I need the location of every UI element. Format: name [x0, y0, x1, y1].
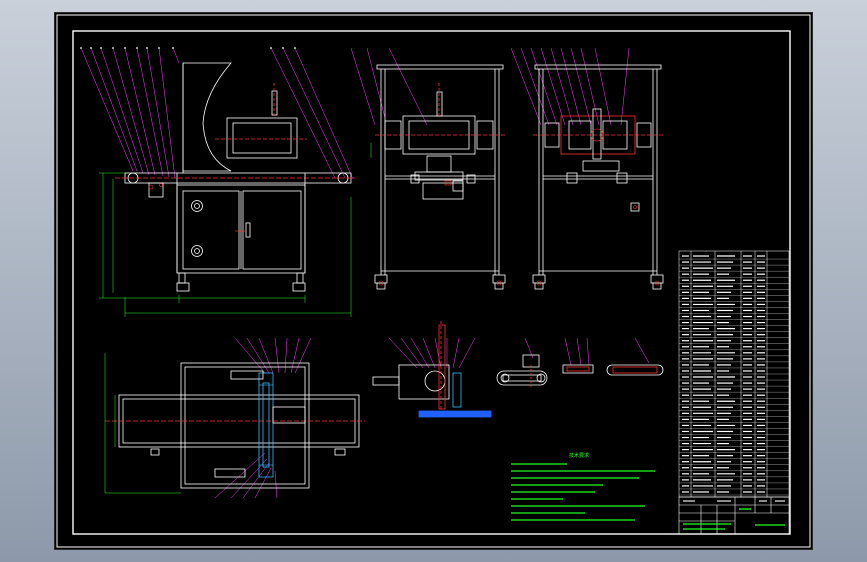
detail-view-c: [562, 337, 594, 374]
front-view: [80, 47, 355, 317]
top-view: [104, 337, 365, 499]
front-view-dimensions: [99, 172, 352, 317]
drawing-canvas: 技术要求: [56, 14, 811, 548]
section-view-leaders: [510, 47, 630, 126]
detail-view-b: [496, 337, 548, 387]
side-view: [350, 47, 507, 290]
technical-notes-title: 技术要求: [569, 452, 589, 459]
front-view-leader-dots: [80, 47, 296, 49]
technical-notes: 技术要求: [511, 452, 655, 521]
cad-viewport[interactable]: 技术要求: [0, 0, 867, 562]
detail-view-a: [372, 321, 492, 418]
title-block: [678, 496, 790, 535]
side-view-leaders: [350, 47, 428, 126]
technical-notes-lines: [511, 463, 655, 521]
inner-border: [72, 30, 791, 535]
drawing-sheet[interactable]: 技术要求: [54, 12, 813, 550]
front-view-leaders: [80, 47, 354, 180]
detail-view-d: [606, 337, 664, 376]
parts-list-rows: [679, 255, 789, 496]
section-view: [510, 47, 664, 290]
